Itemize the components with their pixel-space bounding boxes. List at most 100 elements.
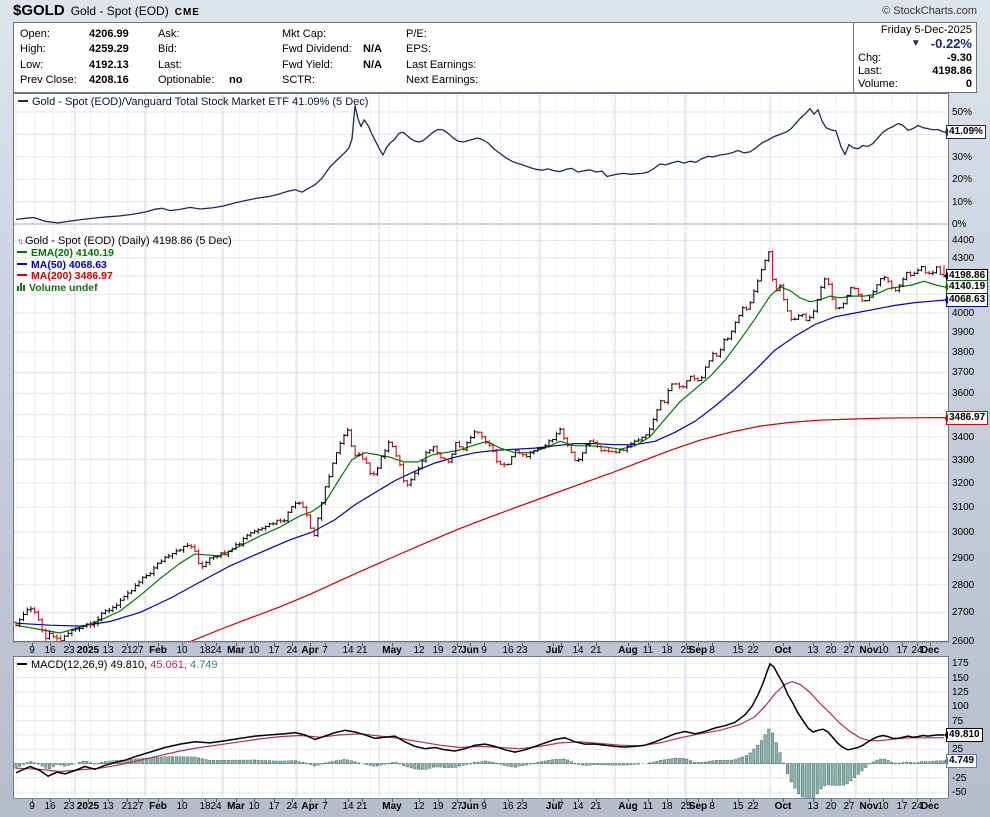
- x-axis-label: Jun: [461, 801, 479, 812]
- y-axis-label: 4400: [952, 235, 975, 247]
- y-axis-label: 75: [952, 715, 964, 727]
- x-axis-label: 10: [248, 645, 260, 656]
- ratio-line: [15, 105, 945, 224]
- x-axis-label: 21: [356, 801, 368, 812]
- x-axis-label: 10: [877, 645, 889, 656]
- y-axis-label: 100: [952, 701, 969, 713]
- price-chart: [14, 232, 948, 641]
- x-axis-label: 23: [63, 801, 75, 812]
- price-panel: [13, 232, 949, 642]
- x-axis-label: 11: [642, 801, 654, 812]
- quote-panel: Open: 4206.99 High: 4259.29 Low: 4192.13 Pr…: [13, 22, 977, 93]
- x-axis-label: 24: [286, 645, 298, 656]
- x-axis-label: Nov: [859, 801, 879, 812]
- x-axis-label: 7: [558, 645, 564, 656]
- date-change-box: Friday 5-Dec-2025 ▼ -0.22% Chg: -9.30 Last…: [853, 22, 977, 93]
- date-text: Friday 5-Dec-2025: [880, 23, 972, 36]
- macd-hist-value: 4.749: [190, 659, 218, 671]
- x-axis-label: 18: [199, 645, 211, 656]
- y-axis-label: 3300: [952, 454, 975, 466]
- volume-legend: Volume undef: [29, 281, 98, 294]
- x-axis-label: 2025: [76, 645, 100, 656]
- macd-panel: [13, 656, 949, 799]
- last-earnings-label: Last Earnings:: [406, 58, 477, 71]
- value-callout: 4140.19: [943, 279, 989, 294]
- x-axis-label: 21: [121, 801, 133, 812]
- x-axis-label: 14: [572, 801, 584, 812]
- ma50-line: [15, 299, 945, 627]
- x-axis-label: Oct: [774, 801, 792, 812]
- line-swatch-icon: [17, 274, 27, 277]
- last-price-value: 4198.86: [932, 64, 972, 77]
- ask-label: Ask:: [158, 27, 180, 40]
- macd-legend: MACD(12,26,9) 49.810, 45.061, 4.749: [17, 659, 218, 671]
- x-axis-label: 10: [248, 801, 260, 812]
- x-axis-label: 8: [709, 801, 715, 812]
- x-axis-label: May: [382, 645, 402, 656]
- x-axis-label: 21: [356, 645, 368, 656]
- eps-label: EPS:: [406, 43, 432, 56]
- x-axis-label: Apr: [301, 801, 319, 812]
- x-axis-label: 9: [481, 645, 487, 656]
- x-axis-label: 9: [481, 801, 487, 812]
- x-axis-label: 11: [642, 645, 654, 656]
- x-axis-label: 16: [502, 645, 514, 656]
- x-axis-label: 13: [807, 645, 819, 656]
- y-axis-label: 2800: [952, 579, 975, 591]
- y-axis-label: 4000: [952, 308, 975, 319]
- y-axis-label: 3200: [952, 478, 975, 489]
- x-axis-label: 27: [132, 801, 144, 812]
- ma200-legend: MA(200) 3486.97: [31, 270, 113, 282]
- y-axis-label: -25: [952, 772, 967, 784]
- y-axis-label: 2600: [952, 636, 975, 648]
- pct-change: -0.22%: [930, 36, 972, 51]
- x-axis-label: 17: [896, 801, 908, 812]
- prev-close-label: Prev Close:: [20, 74, 77, 87]
- x-axis-label: 12: [413, 801, 425, 812]
- quote-column-bidask: Ask: Bid: Last: Optionable: no: [158, 26, 242, 88]
- value-callout: 3486.97: [943, 410, 989, 425]
- copyright: © StockCharts.com: [882, 5, 977, 17]
- x-axis-label: 14: [342, 801, 354, 812]
- volume-bars-icon: [17, 282, 25, 291]
- y-axis-label: -50: [952, 787, 967, 799]
- x-axis-label: Feb: [149, 801, 167, 812]
- y-axis-label: 2700: [952, 607, 975, 619]
- fwd-yield-value: N/A: [363, 58, 382, 71]
- macd-value: 49.810,: [110, 659, 148, 671]
- x-axis-label: 13: [102, 801, 114, 812]
- x-axis-label: 21: [590, 645, 602, 656]
- x-axis-label: Aug: [618, 801, 638, 812]
- y-axis-label: 3700: [952, 367, 975, 379]
- low-value: 4192.13: [89, 58, 129, 71]
- x-axis-label: 10: [176, 801, 188, 812]
- prev-close-value: 4208.16: [89, 74, 129, 87]
- quote-column-fundamentals: Mkt Cap: Fwd Dividend: N/A Fwd Yield: N/A …: [282, 26, 382, 88]
- x-axis-label: 17: [896, 645, 908, 656]
- ratio-chart: [14, 94, 948, 231]
- x-axis-bottom: 9 16 23 2025 13 21 27 Feb 10 18 24 Mar 10 17 24 Apr 7 14 2…: [13, 798, 949, 814]
- y-axis-label: 175: [952, 658, 969, 670]
- y-axis-label: 4300: [952, 252, 975, 264]
- x-axis-label: 27: [843, 645, 855, 656]
- stockcharts-page: $GOLD Gold - Spot (EOD) CME © StockCharts.…: [0, 0, 990, 817]
- x-axis-label: 18: [199, 801, 211, 812]
- price-legend-title: Gold - Spot (EOD) (Daily) 4198.86 (5 Dec…: [25, 235, 232, 247]
- down-triangle-icon: ▼: [910, 38, 921, 49]
- x-axis-label: 16: [502, 801, 514, 812]
- updown-arrows-icon: ↑↓: [17, 236, 24, 246]
- x-axis-label: Aug: [618, 645, 638, 656]
- value-callout: 41.09%: [944, 125, 986, 139]
- x-axis-label: 16: [44, 645, 56, 656]
- line-swatch-icon: [17, 262, 27, 265]
- ma200-line: [190, 417, 945, 641]
- x-axis-label: Dec: [920, 645, 940, 656]
- x-axis-label: 12: [413, 645, 425, 656]
- value-callout: 4.749: [943, 753, 978, 768]
- x-axis-label: May: [382, 801, 402, 812]
- x-axis-label: 19: [432, 645, 444, 656]
- x-axis-label: Dec: [920, 801, 940, 812]
- mktcap-label: Mkt Cap:: [282, 27, 327, 40]
- volume-value: 0: [965, 77, 972, 90]
- ema20-line: [15, 280, 945, 634]
